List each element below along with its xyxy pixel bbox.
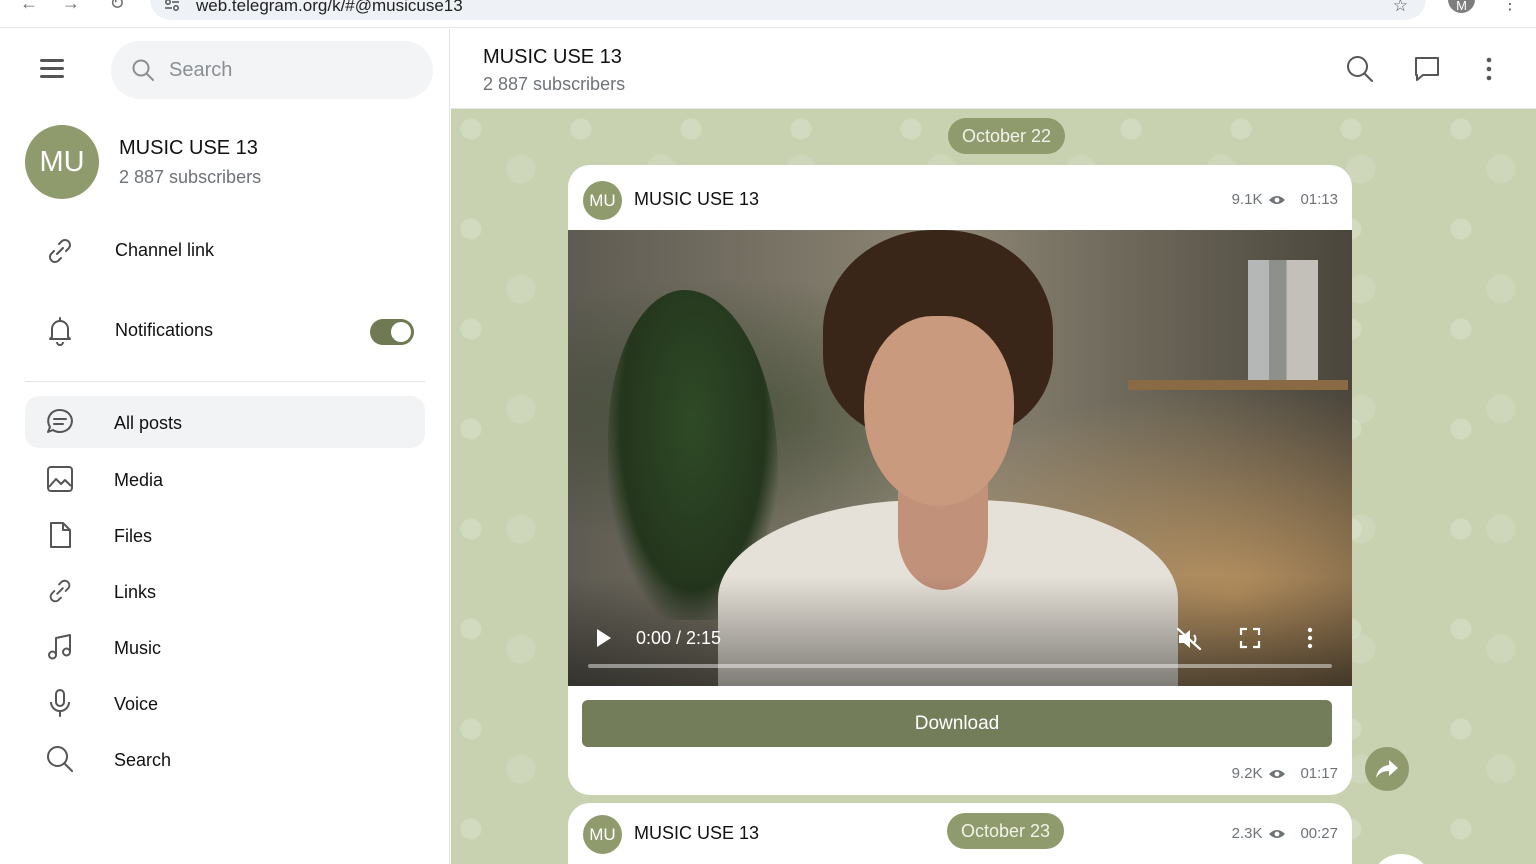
sidebar-item-links[interactable]: Links	[25, 565, 425, 617]
url-text: web.telegram.org/k/#@musicuse13	[196, 0, 463, 15]
sidebar-item-search[interactable]: Search	[25, 733, 425, 785]
bookmark-star-icon[interactable]: ☆	[1393, 0, 1408, 16]
reload-icon[interactable]: ↻	[106, 0, 128, 14]
music-note-icon	[48, 634, 71, 660]
post-time: 00:27	[1300, 825, 1338, 842]
sidebar-item-media[interactable]: Media	[25, 453, 425, 505]
browser-toolbar: ← → ↻ web.telegram.org/k/#@musicuse13 ☆ …	[0, 0, 1536, 28]
post-footer-meta: 9.2K 01:17	[1232, 765, 1338, 782]
view-count: 9.1K	[1231, 191, 1263, 208]
sidebar-item-all-posts[interactable]: All posts	[25, 396, 425, 448]
image-icon	[47, 466, 73, 492]
search-icon	[47, 746, 73, 772]
hamburger-menu-icon[interactable]	[40, 59, 66, 81]
date-pill: October 22	[948, 118, 1066, 154]
post-time: 01:17	[1300, 765, 1338, 782]
notifications-toggle[interactable]	[370, 319, 414, 345]
eye-icon	[1269, 769, 1286, 778]
post-avatar[interactable]: MU	[583, 815, 622, 854]
search-icon[interactable]	[1344, 53, 1376, 85]
file-icon	[50, 522, 71, 548]
share-button[interactable]	[1365, 747, 1409, 791]
sidebar-item-label: Search	[114, 750, 172, 770]
view-count: 2.3K	[1231, 825, 1263, 842]
volume-muted-icon[interactable]	[1176, 626, 1202, 652]
notifications-row[interactable]: Notifications	[0, 301, 450, 361]
browser-menu-icon[interactable]: ⋮	[1502, 0, 1518, 14]
link-icon	[49, 239, 71, 263]
bell-icon	[49, 317, 71, 346]
sidebar-item-label: All posts	[114, 413, 183, 433]
forward-arrow-icon[interactable]: →	[60, 0, 82, 14]
video-progress-bar[interactable]	[588, 664, 1332, 668]
channel-subscribers: 2 887 subscribers	[119, 167, 262, 187]
chat-area: October 22 MU MUSIC USE 13 9.1K 01:13 0:…	[451, 109, 1536, 864]
back-arrow-icon[interactable]: ←	[18, 0, 40, 14]
download-button[interactable]: Download	[582, 700, 1332, 747]
sidebar-item-label: Music	[114, 638, 162, 658]
sidebar-item-voice[interactable]: Voice	[25, 677, 425, 729]
play-icon[interactable]	[592, 627, 614, 649]
video-time: 0:00 / 2:15	[636, 628, 722, 648]
chat-header: MUSIC USE 13 2 887 subscribers	[451, 29, 1536, 109]
sidebar-item-files[interactable]: Files	[25, 509, 425, 561]
video-more-icon[interactable]	[1300, 626, 1320, 650]
sidebar-item-label: Voice	[114, 694, 159, 714]
microphone-icon	[50, 689, 70, 717]
sidebar-item-label: Media	[114, 470, 164, 490]
channel-post: MU MUSIC USE 13 9.1K 01:13 0:00 / 2:15 D…	[568, 165, 1352, 795]
scroll-down-button[interactable]	[1371, 854, 1431, 864]
search-input[interactable]	[169, 57, 409, 83]
link-icon	[49, 579, 71, 603]
post-meta: 9.1K 01:13	[1232, 191, 1338, 208]
eye-icon	[1269, 195, 1286, 204]
profile-avatar[interactable]: M	[1448, 0, 1475, 13]
channel-sidebar: MU MUSIC USE 13 2 887 subscribers Channe…	[0, 29, 450, 864]
video-player[interactable]: 0:00 / 2:15	[568, 230, 1352, 686]
channel-avatar: MU	[25, 125, 99, 199]
post-author[interactable]: MUSIC USE 13	[634, 823, 759, 844]
chat-title[interactable]: MUSIC USE 13	[483, 46, 622, 69]
post-time: 01:13	[1300, 191, 1338, 208]
date-pill: October 23	[947, 813, 1065, 849]
chat-bubble-icon	[47, 408, 73, 433]
view-count: 9.2K	[1231, 765, 1263, 782]
share-arrow-icon	[1376, 760, 1398, 778]
sidebar-item-music[interactable]: Music	[25, 621, 425, 673]
video-frame-shelf	[1128, 380, 1348, 390]
post-meta: 2.3K 00:27	[1232, 825, 1338, 842]
channel-link-label: Channel link	[115, 240, 215, 260]
chat-subtitle: 2 887 subscribers	[483, 74, 626, 94]
eye-icon	[1269, 829, 1286, 838]
search-box[interactable]	[111, 41, 433, 99]
site-settings-icon[interactable]	[164, 0, 180, 12]
address-bar[interactable]: web.telegram.org/k/#@musicuse13 ☆	[150, 0, 1426, 20]
post-author[interactable]: MUSIC USE 13	[634, 189, 759, 210]
sidebar-item-label: Files	[114, 526, 153, 546]
comments-icon[interactable]	[1411, 53, 1443, 85]
more-vertical-icon[interactable]	[1473, 53, 1505, 85]
sidebar-item-label: Links	[114, 582, 157, 602]
notifications-label: Notifications	[115, 320, 214, 340]
search-icon	[132, 59, 154, 81]
fullscreen-icon[interactable]	[1238, 626, 1262, 650]
sidebar-divider	[25, 381, 425, 382]
channel-link-row[interactable]: Channel link	[0, 221, 450, 281]
post-avatar[interactable]: MU	[583, 181, 622, 220]
channel-name: MUSIC USE 13	[119, 137, 258, 159]
video-frame-books	[1248, 260, 1318, 380]
video-frame-person-face	[864, 316, 1014, 506]
